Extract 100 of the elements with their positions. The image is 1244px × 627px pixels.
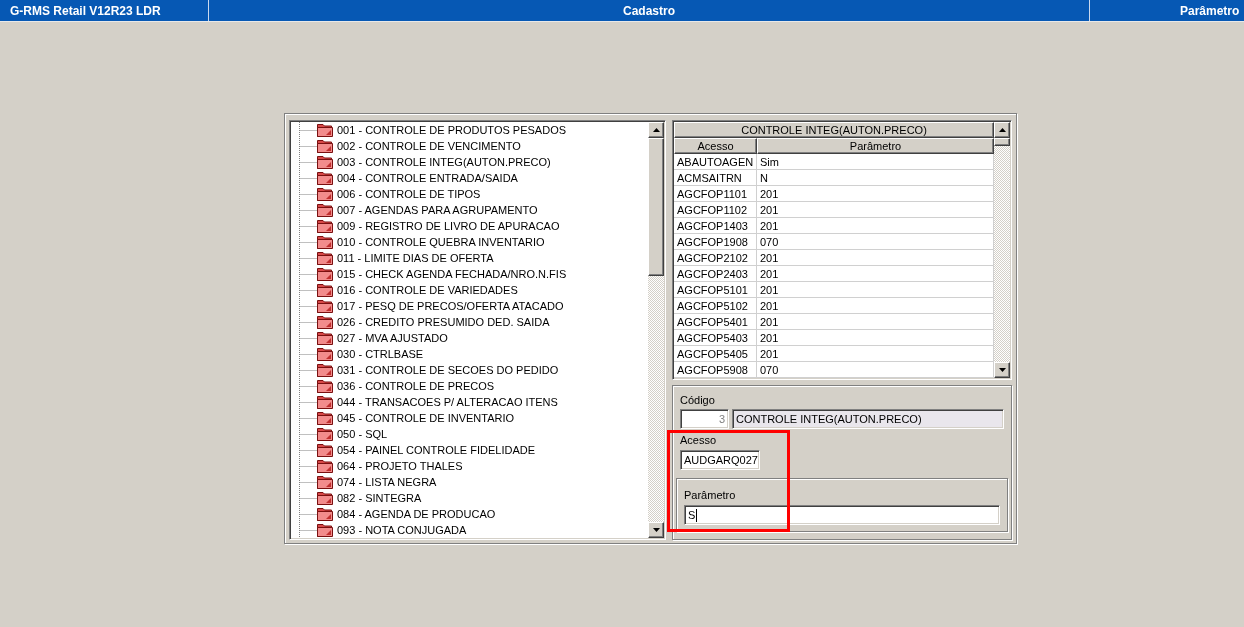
scroll-up-button[interactable] [994,122,1010,138]
tree-item[interactable]: 001 - CONTROLE DE PRODUTOS PESADOS [335,123,569,137]
tree-line [299,346,317,362]
down-triangle-icon [998,368,1006,372]
tree-line [299,458,317,474]
table-cell: AGCFOP5403 [674,330,757,346]
folder-icon [317,443,333,457]
folder-icon [317,219,333,233]
tree-line [299,234,317,250]
folder-icon [317,235,333,249]
table-cell: 201 [757,186,994,202]
table-cell: AGCFOP5102 [674,298,757,314]
scrollbar-thumb[interactable] [648,138,664,276]
tree-line [299,298,317,314]
table-cell: AGCFOP2403 [674,266,757,282]
tree-item[interactable]: 007 - AGENDAS PARA AGRUPAMENTO [335,203,540,217]
table-cell: 201 [757,330,994,346]
folder-icon [317,347,333,361]
tree-line [299,218,317,234]
tree-line [299,202,317,218]
tree-line [299,506,317,522]
app-title: G-RMS Retail V12R23 LDR [10,3,161,18]
tree-item[interactable]: 003 - CONTROLE INTEG(AUTON.PRECO) [335,155,553,169]
tree-item[interactable]: 010 - CONTROLE QUEBRA INVENTARIO [335,235,547,249]
tree-item[interactable]: 026 - CREDITO PRESUMIDO DED. SAIDA [335,315,552,329]
column-header[interactable]: Parâmetro [757,138,994,154]
tree-item[interactable]: 074 - LISTA NEGRA [335,475,439,489]
tree-item[interactable]: 009 - REGISTRO DE LIVRO DE APURACAO [335,219,562,233]
folder-icon [317,139,333,153]
table-cell: AGCFOP1403 [674,218,757,234]
table-cell: 201 [757,314,994,330]
tree-item[interactable]: 064 - PROJETO THALES [335,459,465,473]
folder-icon [317,523,333,537]
tree-item[interactable]: 017 - PESQ DE PRECOS/OFERTA ATACADO [335,299,566,313]
folder-icon [317,491,333,505]
tree-line [299,154,317,170]
table-cell: 201 [757,266,994,282]
table-cell: N [757,170,994,186]
table-cell: AGCFOP1102 [674,202,757,218]
tree-item[interactable]: 054 - PAINEL CONTROLE FIDELIDADE [335,443,538,457]
tree-line [299,490,317,506]
tree-item[interactable]: 004 - CONTROLE ENTRADA/SAIDA [335,171,520,185]
tree-line [299,378,317,394]
scroll-down-button[interactable] [994,362,1010,378]
tree-item[interactable]: 016 - CONTROLE DE VARIEDADES [335,283,520,297]
scroll-down-button[interactable] [648,522,664,538]
table-cell: 201 [757,250,994,266]
tree-item[interactable]: 093 - NOTA CONJUGADA [335,523,469,537]
table-cell: ACMSAITRN [674,170,757,186]
tree-item[interactable]: 036 - CONTROLE DE PRECOS [335,379,497,393]
table-cell: 070 [757,234,994,250]
table-caption: CONTROLE INTEG(AUTON.PRECO) [674,122,994,138]
tree-item[interactable]: 030 - CTRLBASE [335,347,426,361]
tree-item[interactable]: 044 - TRANSACOES P/ ALTERACAO ITENS [335,395,560,409]
table-cell: AGCFOP2102 [674,250,757,266]
table-cell: AGCFOP5405 [674,346,757,362]
table-cell: 070 [757,362,994,378]
tree-item[interactable]: 015 - CHECK AGENDA FECHADA/NRO.N.FIS [335,267,569,281]
up-triangle-icon [998,128,1006,132]
tree-line [299,474,317,490]
tree-item[interactable]: 027 - MVA AJUSTADO [335,331,450,345]
tree-item[interactable]: 006 - CONTROLE DE TIPOS [335,187,483,201]
folder-icon [317,299,333,313]
acesso-field[interactable]: AUDGARQ027 [680,450,760,470]
folder-icon [317,459,333,473]
acesso-label: Acesso [680,434,717,447]
tree-line [299,362,317,378]
tree-line [299,282,317,298]
scrollbar-thumb[interactable] [994,138,1010,146]
column-header[interactable]: Acesso [674,138,757,154]
table-cell: AGCFOP1908 [674,234,757,250]
tree-line [299,250,317,266]
table-cell: Sim [757,154,994,170]
table-cell: AGCFOP5401 [674,314,757,330]
description-field[interactable]: CONTROLE INTEG(AUTON.PRECO) [732,409,1004,429]
folder-icon [317,171,333,185]
table-cell: 201 [757,346,994,362]
tree-item[interactable]: 011 - LIMITE DIAS DE OFERTA [335,251,496,265]
folder-icon [317,123,333,137]
tree-line [299,314,317,330]
scroll-up-button[interactable] [648,122,664,138]
folder-icon [317,507,333,521]
section-title: Cadastro [623,3,675,18]
tree-line [299,394,317,410]
tree-item[interactable]: 031 - CONTROLE DE SECOES DO PEDIDO [335,363,561,377]
tree-line [299,442,317,458]
folder-icon [317,251,333,265]
tree-line [299,426,317,442]
parametro-field[interactable]: S [684,505,1000,525]
subsection-title: Parâmetro [1180,3,1240,18]
table-cell: AGCFOP5908 [674,362,757,378]
table-cell: 201 [757,282,994,298]
tree-item[interactable]: 082 - SINTEGRA [335,491,424,505]
tree-line [299,330,317,346]
tree-item[interactable]: 084 - AGENDA DE PRODUCAO [335,507,498,521]
tree-item[interactable]: 002 - CONTROLE DE VENCIMENTO [335,139,523,153]
table-cell: ABAUTOAGEN [674,154,757,170]
tree-item[interactable]: 045 - CONTROLE DE INVENTARIO [335,411,517,425]
folder-icon [317,331,333,345]
tree-item[interactable]: 050 - SQL [335,427,390,441]
